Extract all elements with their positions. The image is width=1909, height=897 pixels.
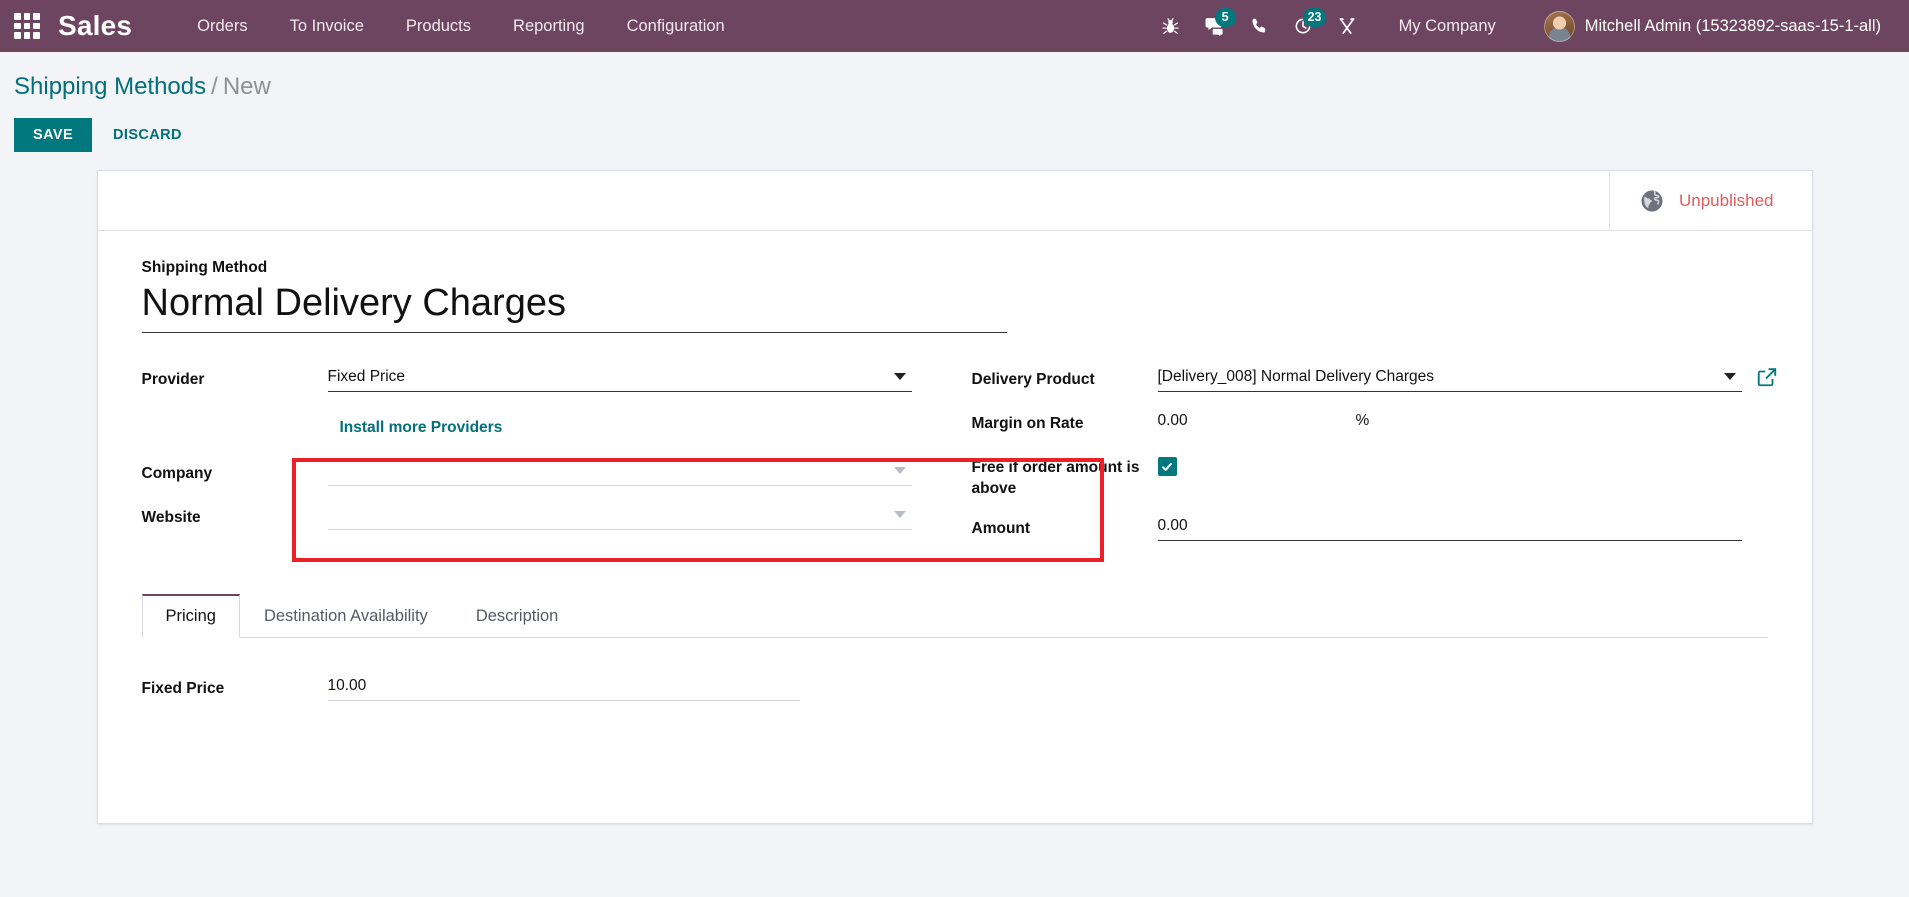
- form-sheet: Unpublished Shipping Method Provider: [96, 170, 1813, 825]
- breadcrumb: Shipping Methods / New: [14, 73, 1909, 100]
- form-column-right: Delivery Product Margin on R: [291, 363, 1776, 563]
- breadcrumb-separator: /: [211, 73, 218, 100]
- fixed-price-label: Fixed Price: [141, 679, 225, 697]
- amount-label: Amount: [971, 519, 1031, 537]
- form-statusbar: Unpublished: [97, 171, 1812, 232]
- margin-on-rate-label: Margin on Rate: [971, 415, 1084, 433]
- amount-input[interactable]: [1157, 511, 1742, 541]
- menu-item-orders[interactable]: Orders: [176, 9, 268, 44]
- app-brand-sales[interactable]: Sales: [58, 10, 132, 42]
- menu-item-products[interactable]: Products: [385, 9, 492, 44]
- apps-grid-dot: [23, 32, 31, 39]
- breadcrumb-current: New: [222, 73, 271, 100]
- tab-destination-availability[interactable]: Destination Availability: [240, 594, 452, 638]
- form-columns: Provider Install more Providers C: [142, 363, 1776, 563]
- form-body: Shipping Method Provider: [98, 231, 1812, 736]
- field-website: Website: [142, 501, 912, 539]
- tab-description[interactable]: Description: [452, 594, 583, 638]
- field-margin-on-rate: Margin on Rate %: [972, 407, 1742, 445]
- fixed-price-input[interactable]: [327, 671, 800, 701]
- menu-item-reporting[interactable]: Reporting: [492, 9, 606, 44]
- spacer-label: [142, 407, 328, 414]
- provider-select[interactable]: [327, 363, 912, 393]
- status-badge: Unpublished: [1678, 190, 1774, 210]
- tab-pricing[interactable]: Pricing: [141, 593, 240, 638]
- menu-item-configuration[interactable]: Configuration: [606, 9, 746, 44]
- provider-label: Provider: [141, 371, 205, 389]
- free-if-order-above-label: Free if order amount is above: [971, 459, 1140, 497]
- install-more-providers-link[interactable]: Install more Providers: [340, 419, 503, 437]
- activities-badge: 23: [1302, 8, 1327, 27]
- top-navbar: Sales Orders To Invoice Products Reporti…: [0, 0, 1909, 52]
- control-panel: Shipping Methods / New SAVE DISCARD: [0, 52, 1909, 153]
- website-select[interactable]: [327, 501, 912, 531]
- apps-grid-dot: [23, 22, 31, 30]
- apps-grid-dot: [23, 13, 31, 20]
- messages-badge: 5: [1214, 8, 1236, 27]
- save-button[interactable]: SAVE: [14, 118, 93, 153]
- company-switcher[interactable]: My Company: [1383, 9, 1512, 44]
- shipping-method-name-input[interactable]: [141, 282, 1007, 334]
- delivery-product-label: Delivery Product: [971, 371, 1095, 389]
- apps-grid-dot: [14, 13, 21, 20]
- menu-item-to-invoice[interactable]: To Invoice: [269, 9, 385, 44]
- bug-icon[interactable]: [1149, 6, 1193, 46]
- shipping-method-label: Shipping Method: [141, 259, 268, 277]
- install-more-providers-row: Install more Providers: [142, 407, 912, 451]
- company-label: Company: [141, 465, 213, 483]
- form-column-left: Provider Install more Providers C: [142, 363, 912, 556]
- field-delivery-product: Delivery Product: [971, 363, 1776, 401]
- apps-grid-dot: [33, 32, 40, 39]
- field-amount: Amount: [971, 511, 1742, 550]
- notebook: Pricing Destination Availability Descrip…: [141, 593, 1768, 710]
- tabpane-pricing: Fixed Price: [142, 638, 1768, 710]
- external-link-icon[interactable]: [1756, 366, 1778, 388]
- percent-suffix: %: [1355, 412, 1370, 430]
- tools-icon[interactable]: [1325, 6, 1369, 46]
- avatar: [1543, 10, 1575, 42]
- phone-icon[interactable]: [1237, 6, 1281, 46]
- apps-grid-dot: [33, 13, 40, 20]
- title-block: Shipping Method: [141, 259, 1768, 334]
- field-fixed-price: Fixed Price: [141, 671, 1768, 710]
- messages-icon[interactable]: 5: [1193, 6, 1237, 46]
- apps-grid-icon[interactable]: [14, 13, 40, 39]
- form-sheet-wrapper: Unpublished Shipping Method Provider: [0, 152, 1909, 825]
- notebook-tabs: Pricing Destination Availability Descrip…: [141, 593, 1768, 638]
- breadcrumb-shipping-methods[interactable]: Shipping Methods: [14, 73, 206, 100]
- globe-icon: [1641, 190, 1663, 212]
- margin-on-rate-input[interactable]: [1157, 407, 1348, 436]
- apps-grid-dot: [14, 32, 21, 39]
- navbar-right-tools: 5 23 My Company Mitchell Admin (15323892…: [1149, 6, 1887, 46]
- field-company: Company: [142, 457, 912, 495]
- field-free-if-order-above: Free if order amount is above: [972, 451, 1742, 500]
- discard-button[interactable]: DISCARD: [96, 118, 199, 152]
- field-provider: Provider: [142, 363, 912, 401]
- publish-toggle-button[interactable]: Unpublished: [1608, 171, 1812, 231]
- apps-grid-dot: [33, 22, 40, 30]
- user-menu[interactable]: Mitchell Admin (15323892-saas-15-1-all): [1534, 7, 1887, 46]
- activities-clock-icon[interactable]: 23: [1281, 6, 1327, 46]
- website-label: Website: [141, 509, 201, 527]
- main-menu: Orders To Invoice Products Reporting Con…: [176, 9, 746, 44]
- company-select[interactable]: [327, 457, 912, 487]
- apps-grid-dot: [14, 22, 21, 30]
- delivery-product-input[interactable]: [1157, 363, 1742, 393]
- free-if-order-above-checkbox[interactable]: [1157, 457, 1177, 477]
- user-name: Mitchell Admin (15323892-saas-15-1-all): [1584, 16, 1881, 35]
- form-action-buttons: SAVE DISCARD: [14, 118, 1909, 153]
